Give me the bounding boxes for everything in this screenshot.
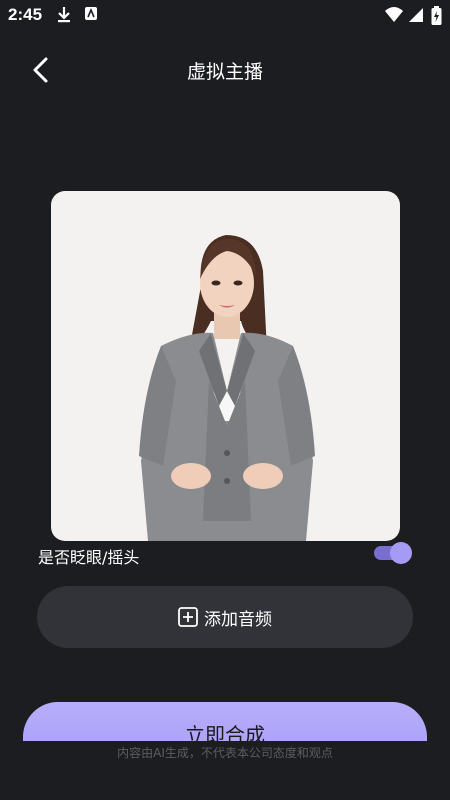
wifi-icon xyxy=(384,6,404,28)
header: 虚拟主播 xyxy=(0,48,450,92)
page-title: 虚拟主播 xyxy=(186,61,263,83)
plus-square-icon xyxy=(178,607,198,627)
signal-icon xyxy=(408,6,424,28)
status-time: 2:45 xyxy=(8,5,43,24)
avatar-image xyxy=(139,235,315,541)
toggle-thumb xyxy=(390,542,412,564)
status-bar: 2:45 xyxy=(0,0,450,30)
battery-icon xyxy=(431,6,442,30)
ai-disclaimer: 内容由AI生成，不代表本公司态度和观点 xyxy=(117,746,333,760)
app-notification-icon xyxy=(84,6,98,26)
add-audio-label: 添加音频 xyxy=(204,609,272,630)
avatar-preview xyxy=(51,191,400,541)
download-icon xyxy=(56,6,72,28)
add-audio-button[interactable]: 添加音频 xyxy=(37,586,413,648)
blink-shake-label: 是否眨眼/摇头 xyxy=(38,548,140,567)
bottom-bar: 内容由AI生成，不代表本公司态度和观点 xyxy=(0,741,450,800)
blink-shake-toggle[interactable] xyxy=(374,542,412,564)
